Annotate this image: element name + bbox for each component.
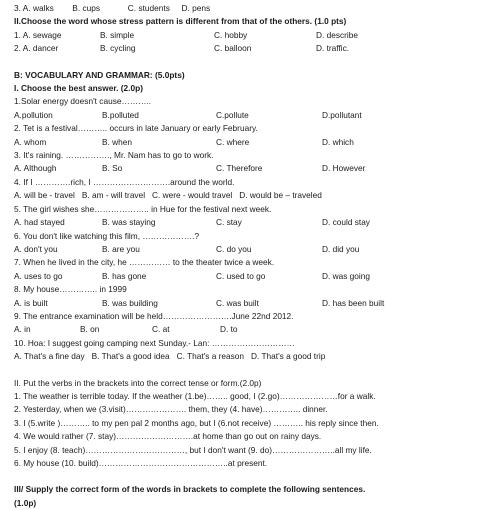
option-a[interactable]: A. will be - travel <box>14 189 75 202</box>
option-d[interactable]: D. That's a good trip <box>251 350 325 363</box>
option-d[interactable]: D.pollutant <box>322 109 362 122</box>
section-b-part-iii-points: (1.0p) <box>14 497 37 508</box>
verb-item-5: 5. I enjoy (8. teach)………………………………, but I… <box>14 444 372 455</box>
option-c[interactable]: C. were - would travel <box>152 189 232 202</box>
section-gap-2 <box>14 364 497 377</box>
verb-item-1: 1. The weather is terrible today. If the… <box>14 390 376 401</box>
option-a[interactable]: A.pollution <box>14 109 102 122</box>
option-b[interactable]: B. simple <box>100 29 214 42</box>
section-b-part-ii-heading: II. Put the verbs in the brackets into t… <box>14 377 262 388</box>
option-b[interactable]: B. am - will travel <box>82 189 145 202</box>
option-c[interactable]: C. stay <box>216 216 322 229</box>
option-c[interactable]: C. Therefore <box>216 162 322 175</box>
option-c[interactable]: C. do you <box>216 243 322 256</box>
stress-question-1-options: 1. A. sewage B. simple C. hobby D. descr… <box>14 29 497 42</box>
option-a[interactable]: A. had stayed <box>14 216 102 229</box>
question-4-stem: 4. If I ………….rich, I ……………………….around th… <box>14 176 235 187</box>
question-10-stem: 10. Hoa: I suggest going camping next Su… <box>14 337 295 348</box>
option-c[interactable]: C. hobby <box>214 29 316 42</box>
option-a[interactable]: 1. A. sewage <box>14 29 100 42</box>
stress-question-2-options: 2. A. dancer B. cycling C. balloon D. tr… <box>14 42 497 55</box>
option-d[interactable]: D. did you <box>322 243 359 256</box>
section-b-heading: B: VOCABULARY AND GRAMMAR: (5.0pts) <box>14 69 185 80</box>
question-7-options: A. uses to go B. has gone C. used to go … <box>14 270 497 283</box>
option-d[interactable]: D. could stay <box>322 216 370 229</box>
question-3-phonetics-options: 3. A. walks B. cups C. students D. pens <box>14 3 211 13</box>
option-b[interactable]: B. are you <box>102 243 216 256</box>
option-a[interactable]: A. don't you <box>14 243 102 256</box>
option-a[interactable]: A. in <box>14 323 80 336</box>
verb-item-6: 6. My house (10. build)………………………………………..… <box>14 458 268 468</box>
verb-item-4: 4. We would rather (7. stay)……………………….at… <box>14 431 322 442</box>
question-10-options: A. That's a fine day B. That's a good id… <box>14 350 497 363</box>
section-ii-stress-heading: II.Choose the word whose stress pattern … <box>14 16 347 27</box>
section-gap-3 <box>14 470 497 483</box>
option-b[interactable]: B. was building <box>102 297 216 310</box>
option-c[interactable]: C. used to go <box>216 270 322 283</box>
option-d[interactable]: D. would be – traveled <box>239 189 322 202</box>
option-a[interactable]: A. Although <box>14 162 102 175</box>
option-b[interactable]: B. So <box>102 162 216 175</box>
option-d[interactable]: D. However <box>322 162 365 175</box>
option-b[interactable]: B. has gone <box>102 270 216 283</box>
section-b-part-i-heading: I. Choose the best answer. (2.0p) <box>14 83 143 94</box>
option-b[interactable]: B. That's a good idea <box>92 350 170 363</box>
question-3-stem: 3. It's raining. ……………., Mr. Nam has to … <box>14 150 214 161</box>
question-3-options: A. Although B. So C. Therefore D. Howeve… <box>14 162 497 175</box>
question-9-stem: 9. The entrance examination will be held… <box>14 310 294 321</box>
option-d[interactable]: D. traffic. <box>316 42 349 55</box>
question-6-stem: 6. You don't like watching this film, ……… <box>14 230 200 241</box>
question-5-stem: 5. The girl wishes she……………….. in Hue fo… <box>14 203 272 214</box>
question-4-options: A. will be - travel B. am - will travel … <box>14 189 497 202</box>
option-a[interactable]: A. is built <box>14 297 102 310</box>
question-8-options: A. is built B. was building C. was built… <box>14 297 497 310</box>
verb-item-2: 2. Yesterday, when we (3.visit)…………………. … <box>14 404 328 415</box>
option-b[interactable]: B. cycling <box>100 42 214 55</box>
option-d[interactable]: D. to <box>220 323 238 336</box>
option-a[interactable]: 2. A. dancer <box>14 42 100 55</box>
option-c[interactable]: C.pollute <box>216 109 322 122</box>
section-b-part-iii-heading: III/ Supply the correct form of the word… <box>14 484 366 495</box>
option-c[interactable]: C. That's a reason <box>177 350 244 363</box>
question-5-options: A. had stayed B. was staying C. stay D. … <box>14 216 497 229</box>
option-b[interactable]: B.polluted <box>102 109 216 122</box>
option-c[interactable]: C. balloon <box>214 42 316 55</box>
question-9-options: A. in B. on C. at D. to <box>14 323 497 336</box>
option-c[interactable]: C. was built <box>216 297 322 310</box>
verb-item-3: 3. I (5.write )……….. to my pen pal 2 mon… <box>14 417 379 428</box>
option-d[interactable]: D. which <box>322 136 354 149</box>
option-c[interactable]: C. where <box>216 136 322 149</box>
option-d[interactable]: D. has been built <box>322 297 384 310</box>
exam-page: 3. A. walks B. cups C. students D. pens … <box>0 0 503 508</box>
option-d[interactable]: D. describe <box>316 29 358 42</box>
question-1-options: A.pollution B.polluted C.pollute D.pollu… <box>14 109 497 122</box>
option-a[interactable]: A. That's a fine day <box>14 350 85 363</box>
option-b[interactable]: B. when <box>102 136 216 149</box>
question-8-stem: 8. My house………….. in 1999 <box>14 284 127 295</box>
question-7-stem: 7. When he lived in the city, he …………… t… <box>14 257 275 268</box>
option-a[interactable]: A. whom <box>14 136 102 149</box>
option-d[interactable]: D. was going <box>322 270 370 283</box>
option-b[interactable]: B. on <box>80 323 152 336</box>
question-2-stem: 2. Tet is a festival……….. occurs in late… <box>14 123 258 134</box>
option-a[interactable]: A. uses to go <box>14 270 102 283</box>
question-1-stem: 1.Solar energy doesn't cause……….. <box>14 96 152 107</box>
question-2-options: A. whom B. when C. where D. which <box>14 136 497 149</box>
option-b[interactable]: B. was staying <box>102 216 216 229</box>
option-c[interactable]: C. at <box>152 323 220 336</box>
question-6-options: A. don't you B. are you C. do you D. did… <box>14 243 497 256</box>
